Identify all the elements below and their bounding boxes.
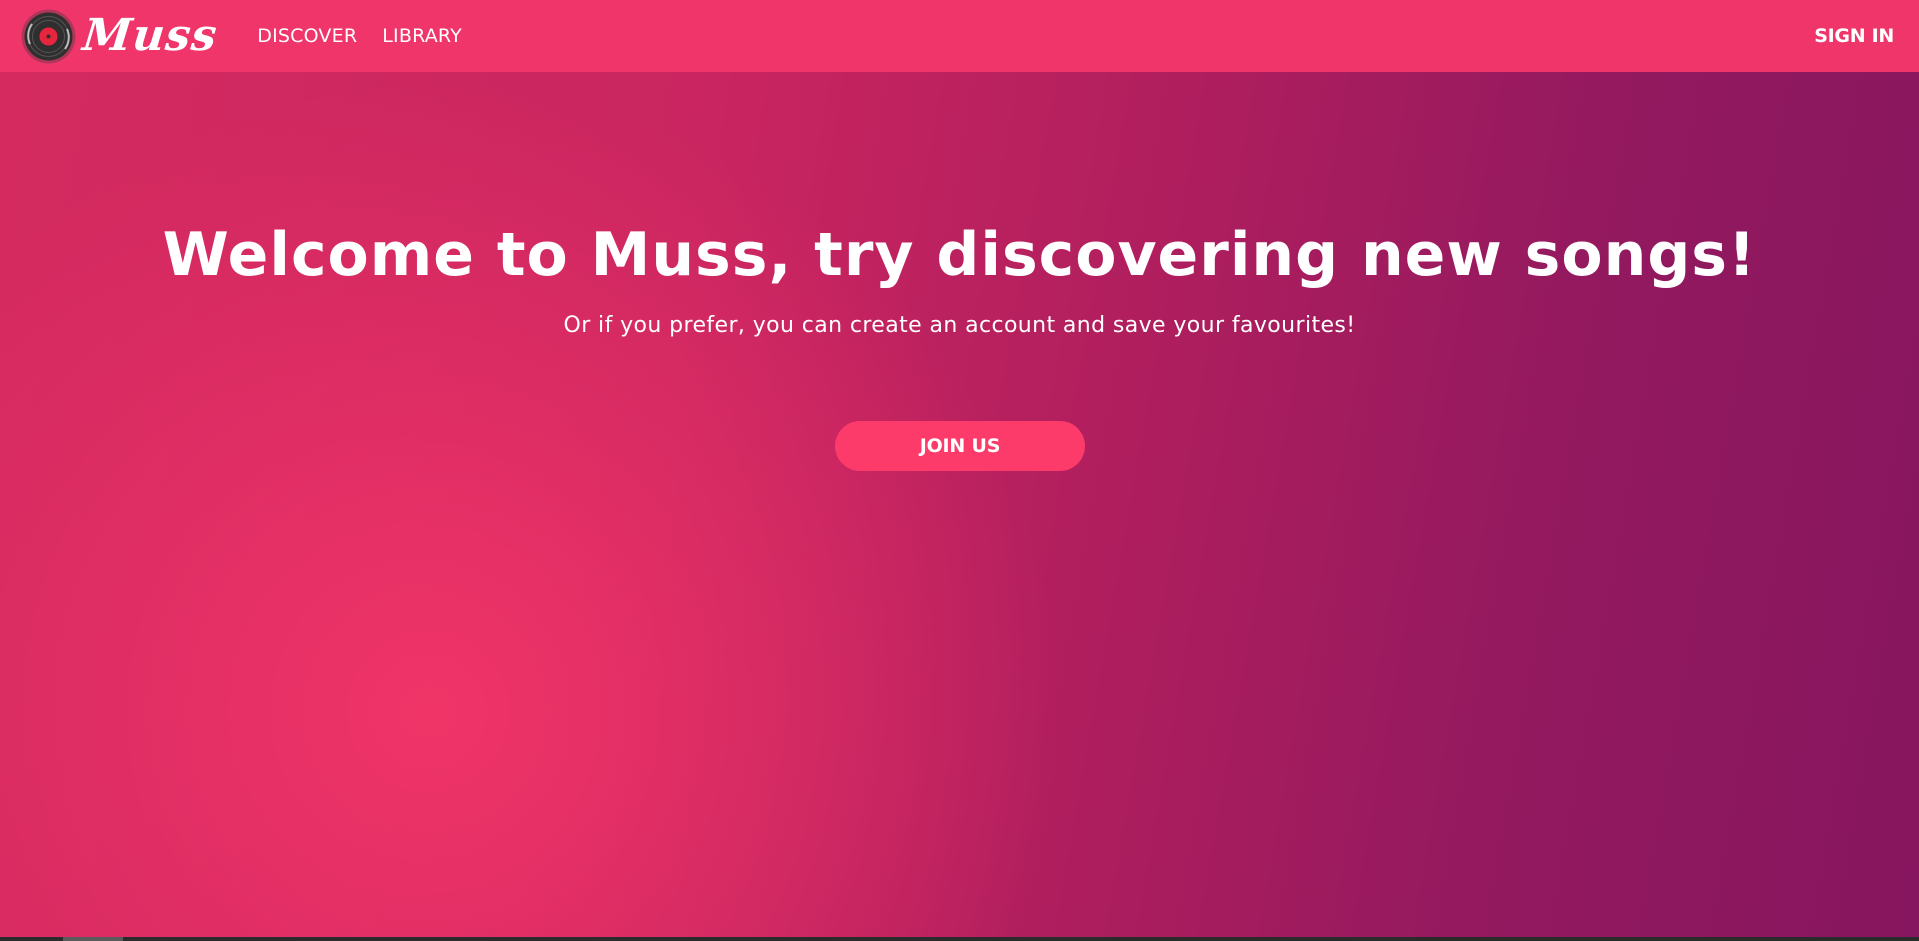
- hero-title: Welcome to Muss, try discovering new son…: [162, 220, 1757, 290]
- scrollbar-thumb[interactable]: [63, 937, 123, 941]
- vinyl-record-icon: [20, 8, 77, 65]
- join-us-button[interactable]: JOIN US: [835, 421, 1085, 471]
- hero-section: Welcome to Muss, try discovering new son…: [0, 72, 1919, 937]
- horizontal-scrollbar[interactable]: [0, 937, 1919, 941]
- nav-library-link[interactable]: LIBRARY: [382, 25, 462, 47]
- top-navbar: Muss DISCOVER LIBRARY SIGN IN: [0, 0, 1919, 72]
- hero-subtitle: Or if you prefer, you can create an acco…: [563, 313, 1356, 338]
- brand-logo[interactable]: Muss: [20, 0, 220, 72]
- main-nav: DISCOVER LIBRARY: [257, 25, 462, 47]
- sign-in-link[interactable]: SIGN IN: [1814, 0, 1894, 72]
- brand-name: Muss: [80, 10, 220, 61]
- nav-discover-link[interactable]: DISCOVER: [257, 25, 357, 47]
